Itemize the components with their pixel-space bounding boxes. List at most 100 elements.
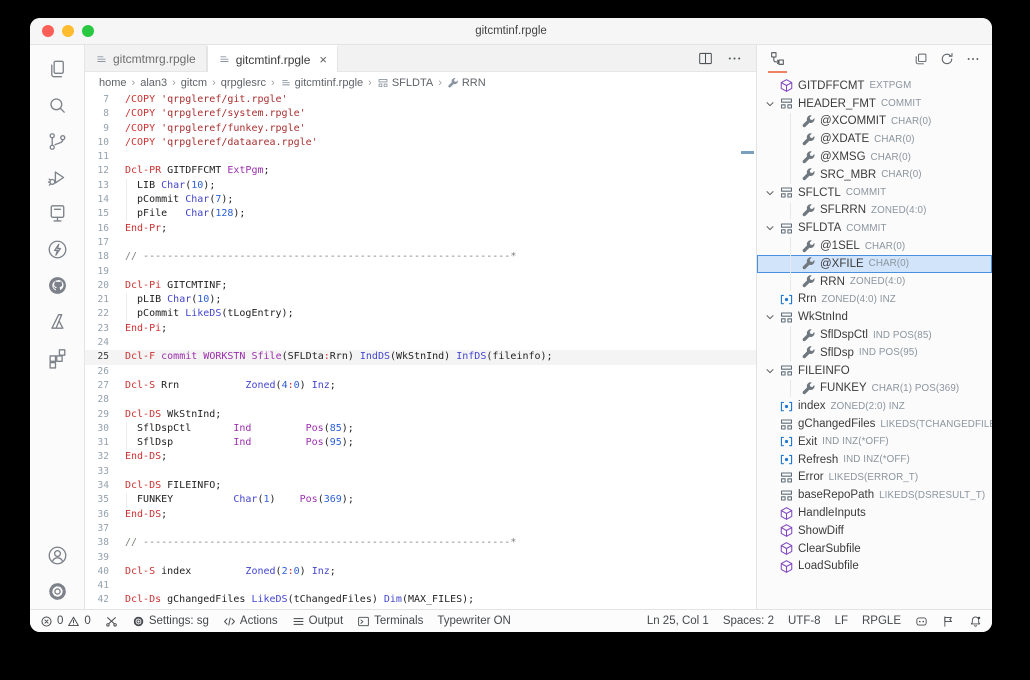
outline-item[interactable]: ClearSubfile (757, 540, 992, 558)
code-line[interactable]: 16End-Pr; (85, 222, 756, 236)
outline-item[interactable]: gChangedFiles LIKEDS(TCHANGEDFILES)... (757, 415, 992, 433)
activity-bar-item-search[interactable] (35, 87, 79, 123)
outline-item[interactable]: RRN ZONED(4:0) (757, 273, 992, 291)
status-language-mode[interactable]: RPGLE (862, 615, 901, 627)
outline-item[interactable]: @XMSG CHAR(0) (757, 148, 992, 166)
code-line[interactable]: 27Dcl-S Rrn Zoned(4:0) Inz; (85, 379, 756, 393)
status-feedback[interactable] (942, 615, 955, 628)
outline-item[interactable]: Exit IND INZ(*OFF) (757, 433, 992, 451)
outline-item[interactable]: @XCOMMIT CHAR(0) (757, 113, 992, 131)
activity-bar-item-manage[interactable] (35, 573, 79, 609)
breadcrumb-item[interactable]: qrpglesrc (221, 77, 266, 89)
code-line[interactable]: 28 (85, 393, 756, 407)
code-line[interactable]: 14 pCommit Char(7); (85, 193, 756, 207)
activity-bar-item-explorer[interactable] (35, 51, 79, 87)
code-line[interactable]: 17 (85, 236, 756, 250)
more-actions-button[interactable] (966, 52, 980, 66)
code-line[interactable]: 22 pCommit LikeDS(tLogEntry); (85, 307, 756, 321)
code-line[interactable]: 30 SflDspCtl Ind Pos(85); (85, 422, 756, 436)
outline-item[interactable]: Error LIKEDS(ERROR_T) (757, 469, 992, 487)
code-line[interactable]: 31 SflDsp Ind Pos(95); (85, 436, 756, 450)
code-line[interactable]: 41 (85, 579, 756, 593)
activity-bar-item-accounts[interactable] (35, 537, 79, 573)
outline-item[interactable]: SFLCTL COMMIT (757, 184, 992, 202)
more-actions-button[interactable] (727, 51, 742, 66)
code-line[interactable]: 10/COPY 'qrpgleref/dataarea.rpgle' (85, 136, 756, 150)
tab-close-icon[interactable]: × (319, 53, 327, 66)
outline-item[interactable]: index ZONED(2:0) INZ (757, 397, 992, 415)
outline-item[interactable]: Refresh IND INZ(*OFF) (757, 451, 992, 469)
code-line[interactable]: 34Dcl-DS FILEINFO; (85, 479, 756, 493)
outline-item[interactable]: baseRepoPath LIKEDS(DSRESULT_T) (757, 486, 992, 504)
activity-bar-item-azure[interactable] (35, 303, 79, 339)
status-settings[interactable]: Settings: sg (132, 615, 209, 628)
code-line[interactable]: 12Dcl-PR GITDFFCMT ExtPgm; (85, 164, 756, 178)
code-line[interactable]: 26 (85, 365, 756, 379)
code-line[interactable]: 39 (85, 551, 756, 565)
outline-item[interactable]: FUNKEY CHAR(1) POS(369) (757, 380, 992, 398)
code-line[interactable]: 23End-Pi; (85, 322, 756, 336)
breadcrumb-item[interactable]: home (99, 77, 127, 89)
code-line[interactable]: 29Dcl-DS WkStnInd; (85, 408, 756, 422)
outline-view-tab[interactable] (768, 45, 787, 73)
activity-bar-item-run-and-debug[interactable] (35, 159, 79, 195)
status-encoding[interactable]: UTF-8 (788, 615, 821, 627)
outline-item[interactable]: SRC_MBR CHAR(0) (757, 166, 992, 184)
code-line[interactable]: 11 (85, 150, 756, 164)
status-connection[interactable] (105, 615, 118, 628)
outline-item[interactable]: WkStnInd (757, 308, 992, 326)
collapse-all-button[interactable] (914, 52, 928, 66)
code-line[interactable]: 40Dcl-S index Zoned(2:0) Inz; (85, 565, 756, 579)
outline-item[interactable]: @XFILE CHAR(0) (757, 255, 992, 273)
status-output[interactable]: Output (292, 615, 344, 628)
outline-item[interactable]: ShowDiff (757, 522, 992, 540)
code-line[interactable]: 7/COPY 'qrpgleref/git.rpgle' (85, 93, 756, 107)
breadcrumb-item[interactable]: SFLDTA (377, 77, 433, 89)
outline-item[interactable]: @XDATE CHAR(0) (757, 130, 992, 148)
code-line[interactable]: 8/COPY 'qrpgleref/system.rpgle' (85, 107, 756, 121)
activity-bar-item-github[interactable] (35, 267, 79, 303)
status-actions[interactable]: Actions (223, 615, 278, 628)
status-typewriter[interactable]: Typewriter ON (437, 615, 511, 627)
status-indentation[interactable]: Spaces: 2 (723, 615, 774, 627)
status-eol[interactable]: LF (835, 615, 848, 627)
outline-item[interactable]: FILEINFO (757, 362, 992, 380)
code-line[interactable]: 13 LIB Char(10); (85, 179, 756, 193)
code-line[interactable]: 24 (85, 336, 756, 350)
breadcrumb-item[interactable]: RRN (447, 77, 486, 89)
status-copilot[interactable] (915, 615, 928, 628)
code-line[interactable]: 43Dcl-S Exit Ind Inz(*Off); (85, 608, 756, 609)
outline-item[interactable]: HandleInputs (757, 504, 992, 522)
code-line[interactable]: 33 (85, 465, 756, 479)
outline-item[interactable]: Rrn ZONED(4:0) INZ (757, 291, 992, 309)
status-problems[interactable]: 00 (40, 615, 91, 628)
breadcrumb-item[interactable]: gitcmtinf.rpgle (280, 77, 363, 89)
status-notifications[interactable] (969, 615, 982, 628)
editor-tab[interactable]: gitcmtmrg.rpgle (85, 45, 207, 71)
activity-bar-item-extensions[interactable] (35, 339, 79, 375)
code-line[interactable]: 38// -----------------------------------… (85, 536, 756, 550)
activity-bar-item-actions[interactable] (35, 231, 79, 267)
code-line[interactable]: 37 (85, 522, 756, 536)
code-line[interactable]: 42Dcl-Ds gChangedFiles LikeDS(tChangedFi… (85, 593, 756, 607)
code-line[interactable]: 19 (85, 265, 756, 279)
status-cursor-position[interactable]: Ln 25, Col 1 (647, 615, 709, 627)
outline-item[interactable]: GITDFFCMT EXTPGM (757, 77, 992, 95)
split-editor-button[interactable] (698, 51, 713, 66)
code-line[interactable]: 18// -----------------------------------… (85, 250, 756, 264)
outline-item[interactable]: SflDsp IND POS(95) (757, 344, 992, 362)
code-line[interactable]: 35 FUNKEY Char(1) Pos(369); (85, 493, 756, 507)
outline-item[interactable]: HEADER_FMT COMMIT (757, 95, 992, 113)
status-terminals[interactable]: Terminals (357, 615, 423, 628)
code-line[interactable]: 9/COPY 'qrpgleref/funkey.rpgle' (85, 122, 756, 136)
code-line[interactable]: 21 pLIB Char(10); (85, 293, 756, 307)
code-line[interactable]: 25Dcl-F commit WORKSTN Sfile(SFLDta:Rrn)… (85, 350, 756, 364)
outline-item[interactable]: SflDspCtl IND POS(85) (757, 326, 992, 344)
activity-bar-item-source-control[interactable] (35, 123, 79, 159)
outline-item[interactable]: SFLRRN ZONED(4:0) (757, 202, 992, 220)
editor-tab[interactable]: gitcmtinf.rpgle × (207, 45, 338, 72)
breadcrumb-item[interactable]: alan3 (140, 77, 167, 89)
code-line[interactable]: 15 pFile Char(128); (85, 207, 756, 221)
activity-bar-item-object-browser[interactable] (35, 195, 79, 231)
code-line[interactable]: 36End-DS; (85, 508, 756, 522)
